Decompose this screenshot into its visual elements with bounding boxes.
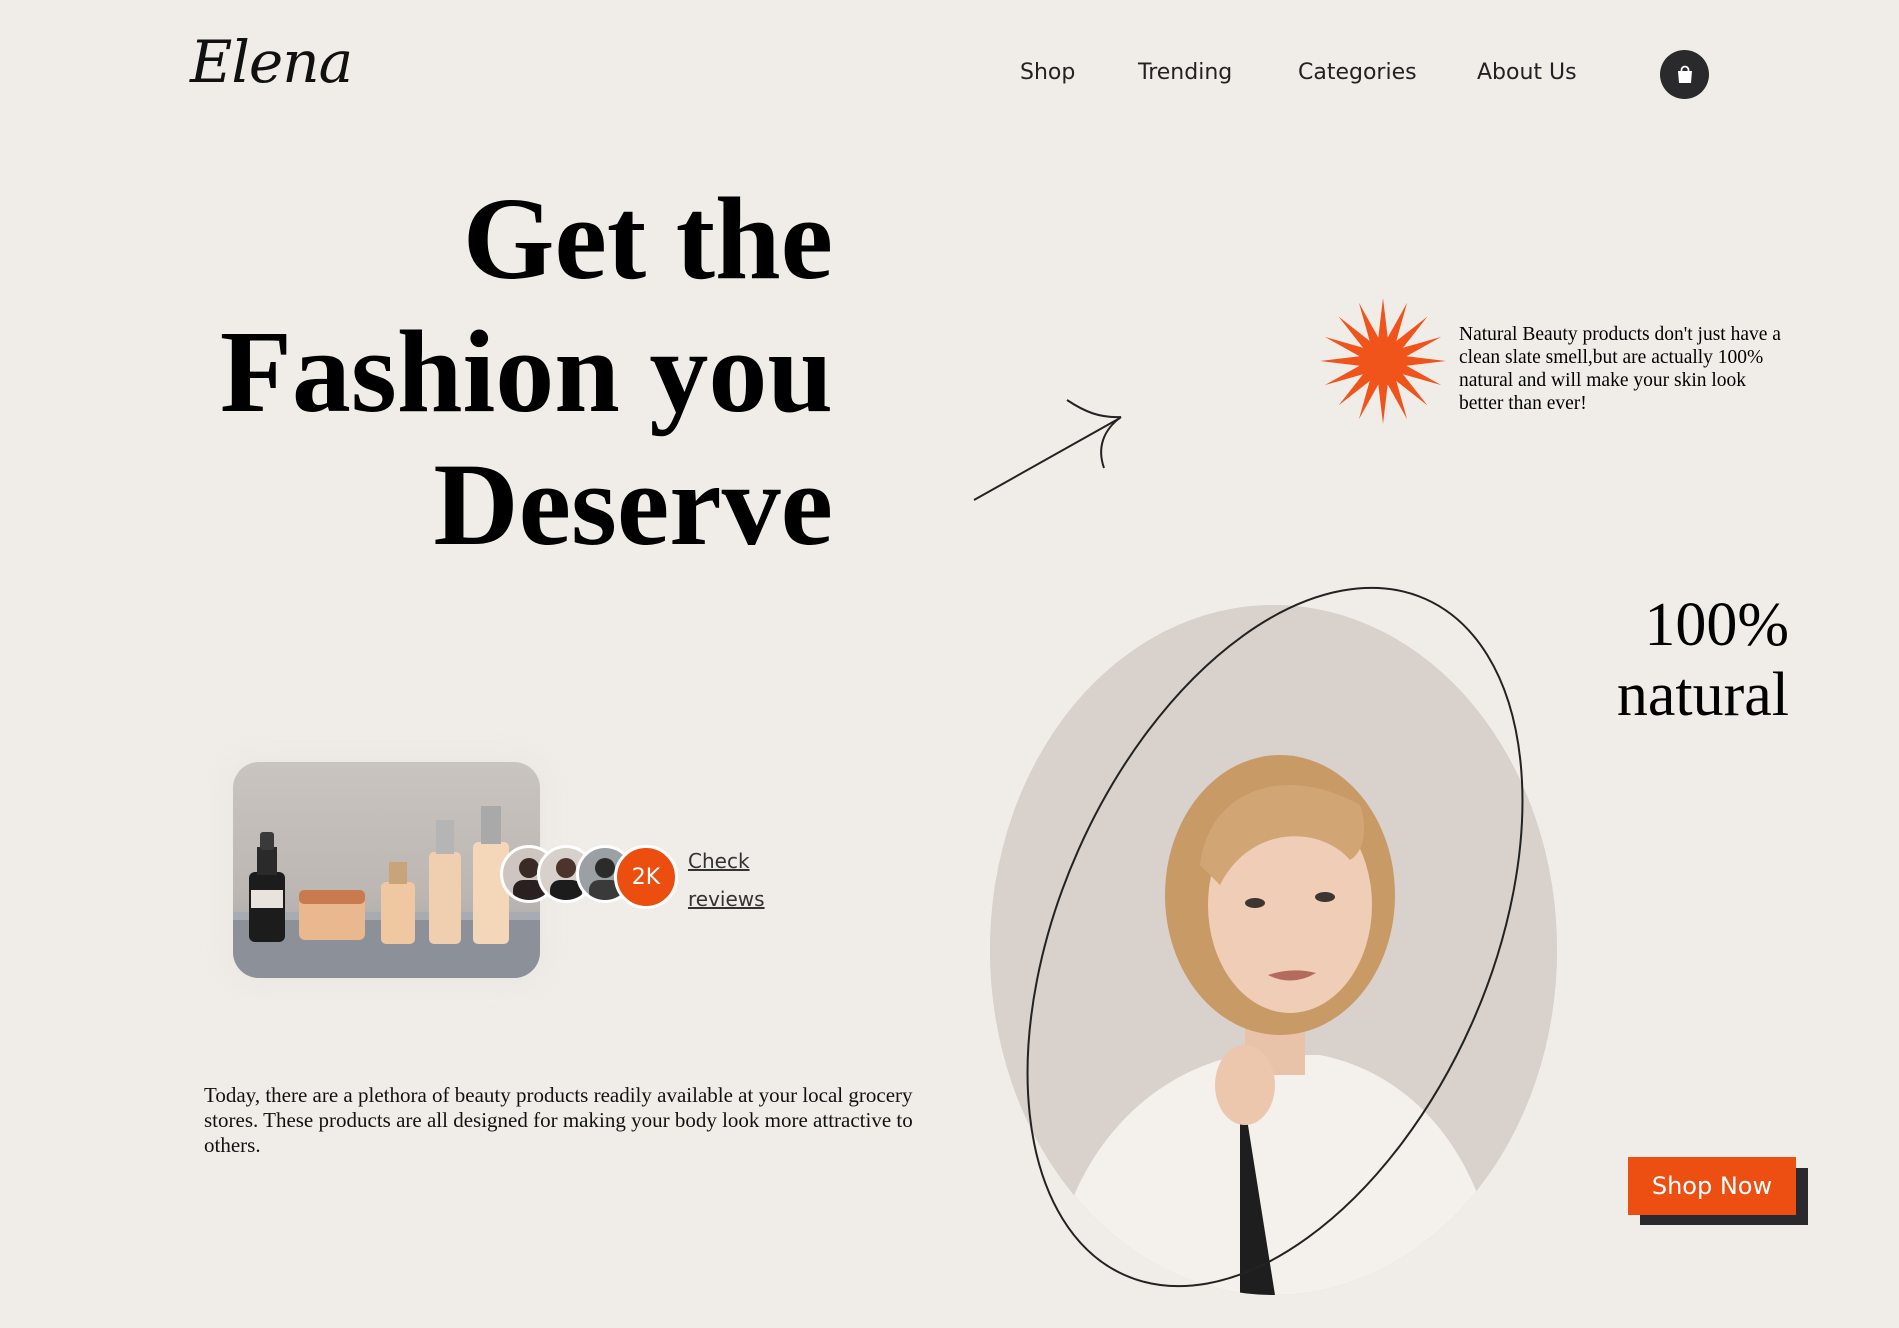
shopping-bag-icon xyxy=(1677,65,1692,83)
starburst-icon xyxy=(1320,298,1446,424)
cart-button[interactable] xyxy=(1660,50,1709,99)
headline-line-3: Deserve xyxy=(433,439,833,570)
natural-highlight: 100% natural xyxy=(1617,590,1789,730)
nav-shop[interactable]: Shop xyxy=(1020,60,1075,85)
natural-description: Natural Beauty products don't just have … xyxy=(1459,324,1781,414)
nav-about-us[interactable]: About Us xyxy=(1477,60,1577,85)
orbit-ellipse xyxy=(1026,586,1524,1288)
highlight-line-2: natural xyxy=(1616,661,1789,729)
cosmetics-illustration xyxy=(233,806,540,978)
brand-logo[interactable]: Elena xyxy=(190,28,353,96)
body-text: Today, there are a plethora of beauty pr… xyxy=(204,1083,913,1157)
nav-trending[interactable]: Trending xyxy=(1138,60,1232,85)
headline-line-2: Fashion you xyxy=(219,306,833,437)
nav-categories[interactable]: Categories xyxy=(1298,60,1417,85)
reviews-link-line-2: reviews xyxy=(688,887,765,911)
product-image xyxy=(233,762,540,978)
review-count-badge: 2K xyxy=(614,845,678,909)
check-reviews-link[interactable]: Check reviews xyxy=(688,842,778,918)
highlight-line-1: 100% xyxy=(1644,591,1789,659)
reviews-link-line-1: Check xyxy=(688,849,750,873)
arrow-icon xyxy=(973,399,1122,501)
shop-now-button[interactable]: Shop Now xyxy=(1628,1157,1796,1215)
headline-line-1: Get the xyxy=(462,173,833,304)
